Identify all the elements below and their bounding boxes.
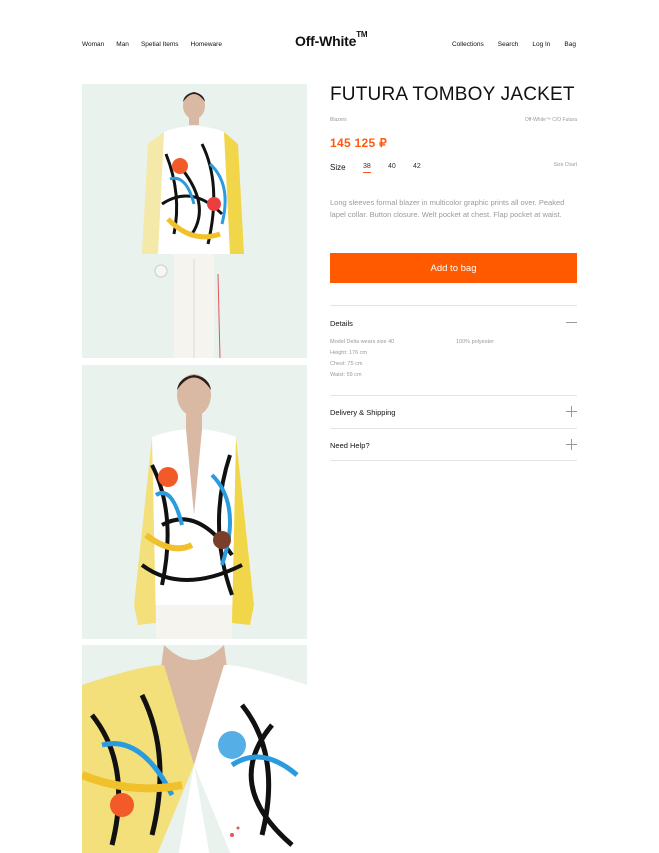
nav-special-items[interactable]: Spetial Items — [141, 41, 179, 48]
nav-bag[interactable]: Bag — [564, 41, 576, 48]
details-material: 100% polyester — [456, 339, 494, 345]
product-price: 145 125 ₽ — [330, 136, 388, 150]
collapse-icon[interactable] — [566, 317, 577, 328]
details-line: Height: 176 cm — [330, 350, 367, 356]
expand-icon[interactable] — [566, 439, 577, 450]
jacket-detail-image — [82, 645, 307, 853]
nav-search[interactable]: Search — [498, 41, 519, 48]
logo-text: Off-White — [295, 33, 357, 49]
product-description: Long sleeves formal blazer in multicolor… — [330, 198, 565, 219]
accordion-delivery: Delivery & Shipping — [330, 395, 577, 428]
product-brand[interactable]: Off-White™ C/O Futura — [525, 117, 577, 123]
size-option-38[interactable]: 38 — [363, 163, 371, 173]
nav-collections[interactable]: Collections — [452, 41, 484, 48]
details-title[interactable]: Details — [330, 319, 353, 328]
accordion-help: Need Help? — [330, 428, 577, 461]
product-photo-torso[interactable] — [82, 365, 307, 639]
main-nav: Woman Man Spetial Items Homeware — [82, 41, 222, 48]
product-photo-full-body[interactable] — [82, 84, 307, 358]
nav-man[interactable]: Man — [116, 41, 129, 48]
delivery-title[interactable]: Delivery & Shipping — [330, 408, 395, 417]
size-selector: Size 38 40 42 Size Chart — [330, 161, 577, 175]
accordion-details: Details Model Delia wears size 40 Height… — [330, 305, 577, 395]
details-line: Model Delia wears size 40 — [330, 339, 395, 345]
add-to-bag-button[interactable]: Add to bag — [330, 253, 577, 283]
product-photo-detail[interactable] — [82, 645, 307, 853]
logo-trademark: TM — [356, 30, 368, 40]
size-chart-link[interactable]: Size Chart — [554, 162, 577, 168]
nav-login[interactable]: Log In — [532, 41, 550, 48]
nav-homeware[interactable]: Homeware — [191, 41, 222, 48]
utility-nav: Collections Search Log In Bag — [452, 41, 576, 48]
size-label: Size — [330, 163, 346, 172]
details-line: Waist: 59 cm — [330, 372, 362, 378]
product-category[interactable]: Blazers — [330, 117, 347, 123]
details-line: Chest: 75 cm — [330, 361, 363, 367]
details-model-info: Model Delia wears size 40 Height: 176 cm… — [330, 337, 394, 381]
expand-icon[interactable] — [566, 406, 577, 417]
size-option-42[interactable]: 42 — [413, 163, 421, 170]
model-torso-image — [82, 365, 307, 639]
help-title[interactable]: Need Help? — [330, 441, 370, 450]
product-info: FUTURA TOMBOY JACKET Blazers Off-White™ … — [330, 84, 577, 461]
size-option-40[interactable]: 40 — [388, 163, 396, 170]
site-header: Woman Man Spetial Items Homeware Off-Whi… — [0, 0, 659, 70]
model-full-body-image — [82, 84, 307, 358]
nav-woman[interactable]: Woman — [82, 41, 104, 48]
site-logo[interactable]: Off-WhiteTM — [295, 30, 368, 49]
product-title: FUTURA TOMBOY JACKET — [330, 84, 575, 105]
product-meta: Blazers Off-White™ C/O Futura — [330, 117, 577, 123]
